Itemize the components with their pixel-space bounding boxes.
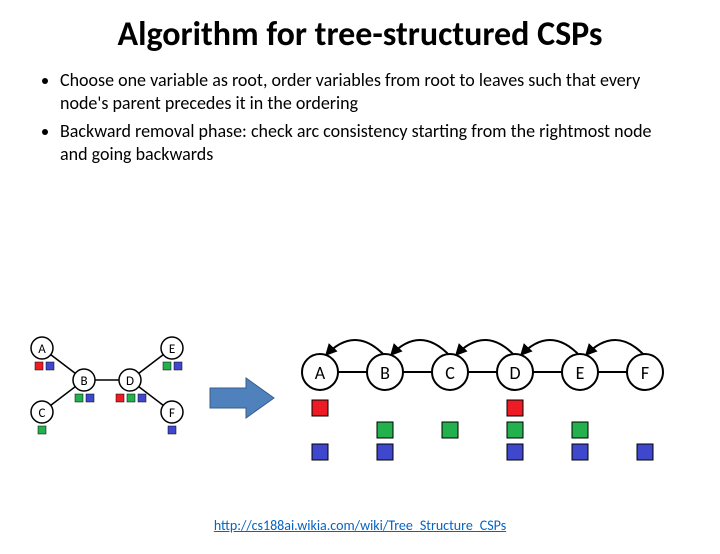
svg-text:F: F (169, 406, 175, 421)
svg-text:A: A (38, 342, 46, 357)
tree-node-B: B (73, 369, 95, 391)
linear-node-A: A (302, 354, 338, 390)
slide-title: Algorithm for tree-structured CSPs (0, 14, 720, 55)
linear-diagram: A B C D E F (290, 324, 700, 474)
tree-diagram: A C B D E F (20, 324, 200, 454)
tree-node-C: C (31, 401, 53, 423)
arrow-icon (208, 376, 278, 420)
svg-text:E: E (576, 362, 585, 384)
source-link-container: http://cs188ai.wikia.com/wiki/Tree_Struc… (0, 517, 720, 534)
svg-text:D: D (509, 362, 520, 384)
svg-text:B: B (380, 362, 390, 384)
tree-node-A: A (31, 337, 53, 359)
bullet-list: Choose one variable as root, order varia… (40, 69, 680, 165)
tree-node-D: D (119, 369, 141, 391)
tree-node-E: E (161, 337, 183, 359)
svg-text:E: E (169, 342, 175, 357)
linear-node-B: B (367, 354, 403, 390)
linear-node-F: F (627, 354, 663, 390)
svg-text:D: D (126, 374, 134, 389)
svg-text:B: B (80, 374, 87, 389)
diagram-area: A C B D E F (20, 324, 700, 484)
linear-node-C: C (432, 354, 468, 390)
svg-text:A: A (315, 362, 326, 384)
linear-node-E: E (562, 354, 598, 390)
svg-text:C: C (39, 406, 46, 421)
svg-text:C: C (445, 362, 455, 384)
source-link[interactable]: http://cs188ai.wikia.com/wiki/Tree_Struc… (214, 517, 506, 534)
bullet-2: Backward removal phase: check arc consis… (60, 120, 680, 165)
bullet-1: Choose one variable as root, order varia… (60, 69, 680, 114)
svg-text:F: F (641, 362, 649, 384)
tree-node-F: F (161, 401, 183, 423)
linear-node-D: D (497, 354, 533, 390)
